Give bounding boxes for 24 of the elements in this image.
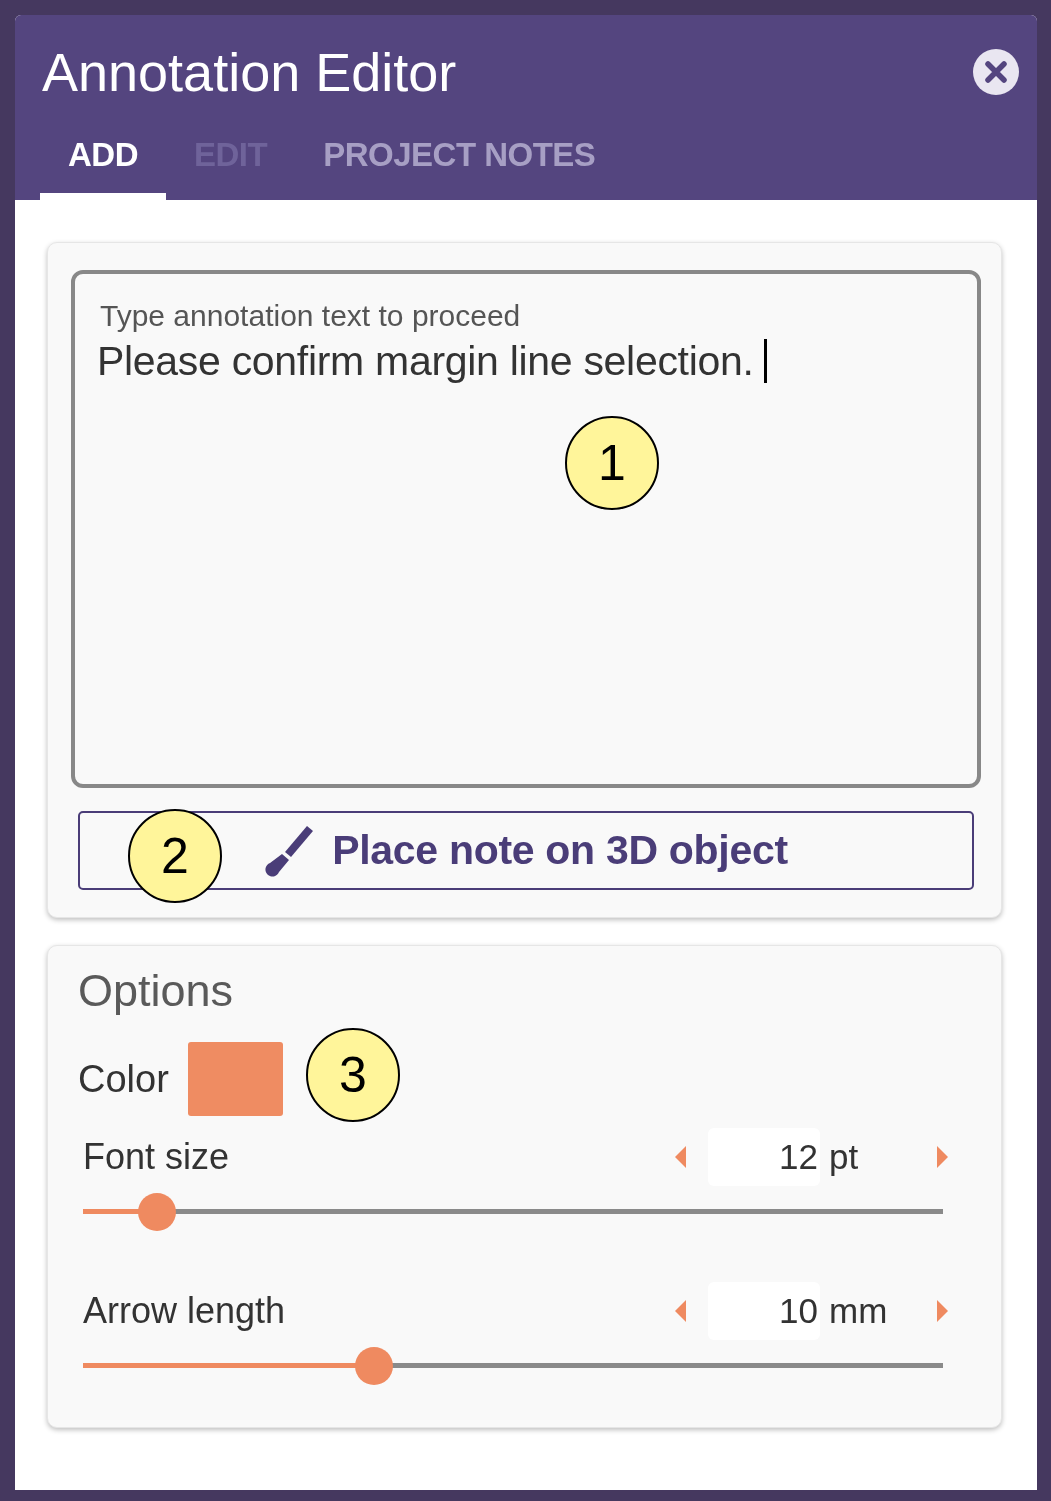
- value-field[interactable]: 10: [708, 1282, 820, 1340]
- brush-icon: [264, 824, 315, 877]
- increase-arrow-icon[interactable]: [937, 1300, 948, 1322]
- slider-track[interactable]: [83, 1193, 943, 1231]
- window-title: Annotation Editor: [42, 41, 457, 103]
- field-value: Please confirm margin line selection.: [97, 337, 754, 386]
- slider-thumb[interactable]: [137, 1193, 176, 1231]
- color-swatch[interactable]: [187, 1042, 283, 1116]
- slider-track[interactable]: [83, 1347, 943, 1385]
- slider-thumb[interactable]: [354, 1347, 393, 1385]
- slider-label: Arrow length: [83, 1290, 287, 1332]
- increase-arrow-icon[interactable]: [937, 1146, 948, 1168]
- unit-label: pt: [829, 1136, 860, 1178]
- section-title: Options: [78, 965, 234, 1017]
- tab[interactable]: ADD: [40, 116, 166, 200]
- value-field[interactable]: 12: [708, 1128, 820, 1186]
- decrease-arrow-icon[interactable]: [675, 1300, 686, 1322]
- slider-label: Font size: [83, 1136, 231, 1178]
- color-label: Color: [78, 1057, 169, 1101]
- close-icon[interactable]: [973, 49, 1019, 95]
- decrease-arrow-icon[interactable]: [675, 1146, 686, 1168]
- callout-marker: 3: [305, 1028, 400, 1122]
- unit-label: mm: [829, 1290, 889, 1332]
- field-label: Type annotation text to proceed: [100, 299, 521, 333]
